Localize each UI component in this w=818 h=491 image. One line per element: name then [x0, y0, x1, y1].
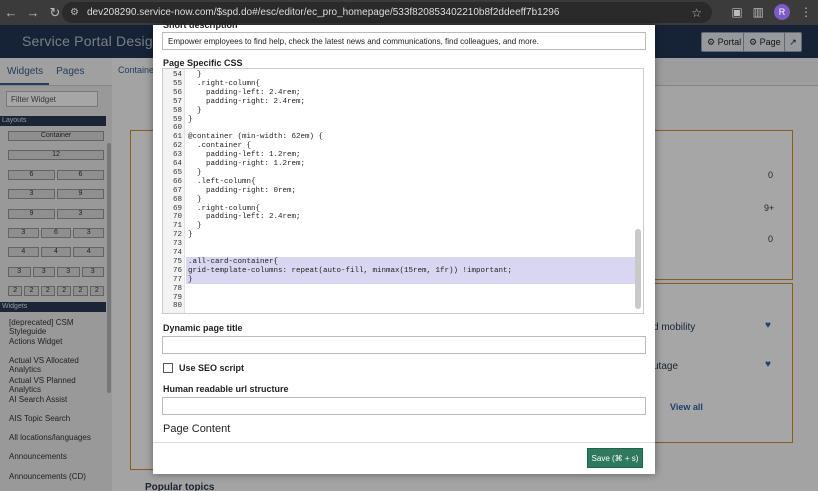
line-number: 69 — [172, 204, 182, 213]
bookmark-star-icon[interactable]: ☆ — [691, 6, 702, 20]
sidebar-icon[interactable]: ▥ — [753, 5, 764, 19]
code-line: grid-template-columns: repeat(auto-fill,… — [188, 266, 513, 275]
code-line: .all-card-container{ — [188, 257, 279, 266]
forward-icon[interactable]: → — [22, 5, 44, 20]
description-input[interactable] — [162, 32, 646, 50]
css-code-editor[interactable]: 54 } 55 .right-column{ 56 padding-left: 2.… — [162, 68, 644, 314]
line-number: 68 — [172, 195, 182, 204]
code-line: padding-left: 2.4rem; — [188, 213, 301, 222]
code-line: } — [188, 168, 202, 177]
line-number: 67 — [172, 186, 182, 195]
line-number: 76 — [172, 266, 182, 275]
line-number: 75 — [172, 257, 182, 266]
line-number: 63 — [172, 151, 182, 160]
code-line: .right-column{ — [188, 79, 261, 88]
seo-label: Use SEO script — [179, 363, 245, 373]
line-number: 61 — [172, 133, 182, 142]
line-number: 80 — [172, 302, 182, 311]
line-number: 73 — [172, 240, 182, 249]
code-line: padding-right: 0rem; — [188, 186, 297, 195]
line-number: 77 — [172, 275, 182, 284]
code-line: padding-right: 1.2rem; — [188, 160, 306, 168]
code-line: padding-right: 2.4rem; — [188, 97, 306, 106]
code-line: .left-column{ — [188, 177, 256, 186]
line-number: 65 — [172, 168, 182, 177]
line-number: 59 — [172, 115, 182, 124]
line-number: 58 — [172, 106, 182, 115]
dynamic-title-label: Dynamic page title — [163, 323, 243, 333]
save-button[interactable]: Save (⌘ + s) — [587, 448, 643, 468]
line-number: 71 — [172, 222, 182, 231]
url-text: dev208290.service-now.com/$spd.do#/esc/e… — [86, 7, 560, 18]
extensions-icon[interactable]: ▣ — [731, 5, 742, 19]
url-structure-input[interactable] — [162, 397, 646, 415]
code-line: } — [188, 222, 202, 231]
line-number: 57 — [172, 97, 182, 106]
back-icon[interactable]: ← — [0, 5, 22, 20]
browser-toolbar: ← → ↻ ⚙ dev208290.service-now.com/$spd.d… — [0, 0, 818, 25]
line-number: 55 — [172, 79, 182, 88]
code-line: padding-left: 2.4rem; — [188, 88, 301, 97]
code-line: padding-left: 1.2rem; — [188, 151, 301, 160]
editor-scrollbar[interactable] — [635, 229, 641, 309]
description-label: Short description — [163, 20, 238, 30]
line-number: 56 — [172, 88, 182, 97]
code-line: } — [188, 106, 202, 115]
menu-icon[interactable]: ⋮ — [800, 5, 812, 19]
code-line: @container (min-width: 62em) { — [188, 133, 324, 142]
line-number: 74 — [172, 249, 182, 257]
code-line: } — [188, 115, 193, 124]
address-bar[interactable]: ⚙ dev208290.service-now.com/$spd.do#/esc… — [62, 2, 712, 23]
line-number: 62 — [172, 142, 182, 151]
line-number: 79 — [172, 293, 182, 302]
line-number: 60 — [172, 124, 182, 133]
code-line: } — [188, 275, 193, 284]
dynamic-title-input[interactable] — [162, 336, 646, 354]
line-number: 72 — [172, 231, 182, 240]
page-properties-modal: Short description Page Specific CSS 54 }… — [153, 20, 655, 474]
page-content-label: Page Content — [163, 423, 231, 435]
code-line: } — [188, 71, 202, 79]
seo-checkbox[interactable] — [163, 363, 173, 373]
code-line: .container { — [188, 142, 252, 151]
code-line: .right-column{ — [188, 204, 261, 213]
code-line: } — [188, 231, 193, 240]
line-number: 54 — [172, 71, 182, 79]
line-number: 66 — [172, 177, 182, 186]
site-settings-icon[interactable]: ⚙ — [70, 7, 79, 18]
profile-avatar[interactable]: R — [774, 4, 790, 20]
line-number: 70 — [172, 213, 182, 222]
line-number: 78 — [172, 284, 182, 293]
footer-divider — [153, 442, 655, 443]
code-line: } — [188, 195, 202, 204]
css-label: Page Specific CSS — [163, 58, 243, 68]
url-structure-label: Human readable url structure — [163, 384, 289, 394]
line-number: 64 — [172, 160, 182, 168]
